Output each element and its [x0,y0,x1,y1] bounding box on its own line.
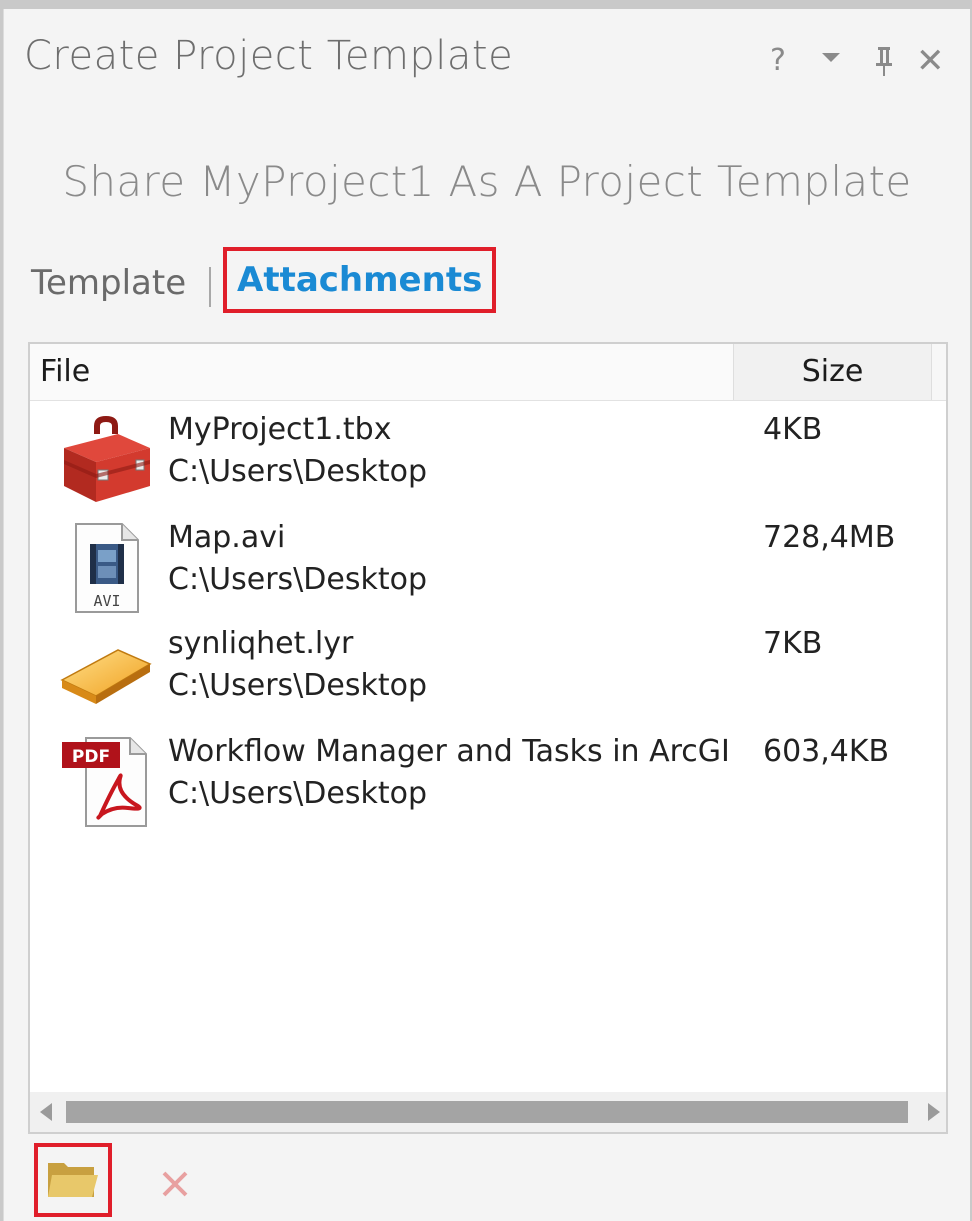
list-item[interactable]: synliqhet.lyr C:\Users\Desktop 7KB [30,620,946,726]
help-icon[interactable]: ? [770,43,786,78]
column-header-size[interactable]: Size [733,344,931,400]
file-name: Map.avi [168,520,286,555]
file-name: MyProject1.tbx [168,412,392,447]
column-header-file[interactable]: File [40,354,90,389]
list-item[interactable]: AVI Map.avi C:\Users\Desktop 728,4MB [30,514,946,620]
file-size: 603,4KB [763,734,890,769]
file-path: C:\Users\Desktop [168,776,427,811]
horizontal-scrollbar[interactable] [30,1092,946,1132]
pane-title-controls: ? ✕ [764,41,964,83]
file-size: 728,4MB [763,520,896,555]
pdf-file-icon: PDF [58,734,154,830]
layer-file-icon [58,626,154,722]
list-header: File Size [30,344,946,401]
file-path: C:\Users\Desktop [168,668,427,703]
list-item[interactable]: MyProject1.tbx C:\Users\Desktop 4KB [30,406,946,512]
add-attachment-button[interactable] [34,1143,112,1217]
file-name: Workflow Manager and Tasks in ArcGIS [168,734,728,769]
remove-attachment-button[interactable] [158,1167,192,1201]
scroll-thumb[interactable] [66,1101,908,1123]
toolbox-icon [58,412,154,508]
tab-separator [209,267,211,307]
page-subtitle: Share MyProject1 As A Project Template [62,157,912,206]
avi-file-icon: AVI [58,520,154,616]
remove-icon [158,1171,192,1205]
pane-title: Create Project Template [24,33,514,79]
column-header-filler [931,344,946,400]
pin-icon[interactable] [872,45,896,79]
open-folder-icon [46,1157,100,1207]
scroll-left-icon[interactable] [40,1103,52,1121]
svg-text:AVI: AVI [93,592,120,610]
file-path: C:\Users\Desktop [168,562,427,597]
file-name: synliqhet.lyr [168,626,354,661]
attachments-list[interactable]: File Size MyProject1.tbx C:\Users\Deskto… [28,342,948,1134]
file-size: 4KB [763,412,823,447]
scroll-right-icon[interactable] [928,1103,940,1121]
file-size: 7KB [763,626,823,661]
close-icon[interactable]: ✕ [916,41,945,81]
svg-text:PDF: PDF [72,747,110,767]
create-project-template-pane: Create Project Template ? ✕ Share MyProj… [3,9,970,1221]
tab-template[interactable]: Template [31,263,186,303]
chevron-down-icon[interactable] [822,53,840,62]
file-path: C:\Users\Desktop [168,454,427,489]
tab-attachments[interactable]: Attachments [223,247,497,313]
list-item[interactable]: PDF Workflow Manager and Tasks in ArcGIS… [30,728,946,834]
